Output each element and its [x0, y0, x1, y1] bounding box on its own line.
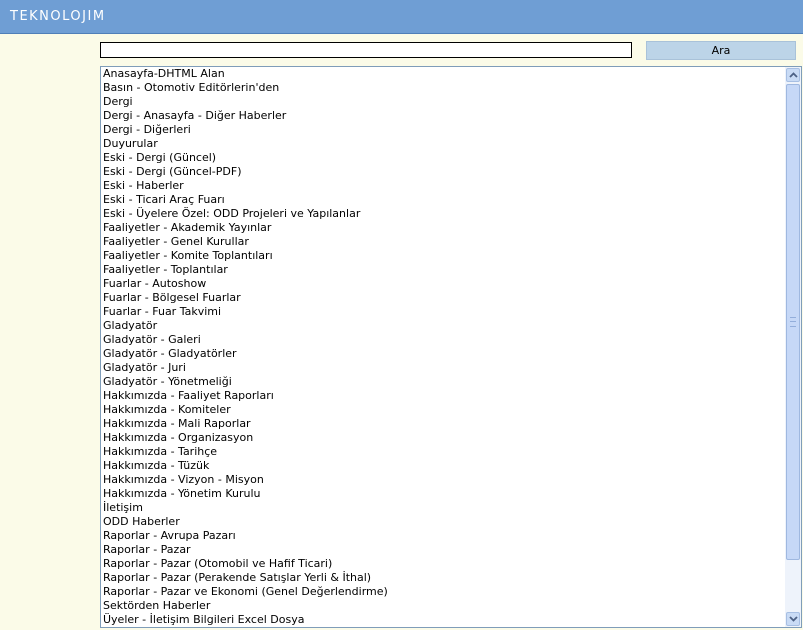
list-item[interactable]: Fuarlar - Autoshow	[101, 277, 784, 291]
list-item[interactable]: Faaliyetler - Toplantılar	[101, 263, 784, 277]
list-item[interactable]: Raporlar - Avrupa Pazarı	[101, 529, 784, 543]
search-input[interactable]	[100, 42, 632, 58]
logo: TEKNOLOJIM	[10, 9, 106, 24]
list-item[interactable]: Hakkımızda - Faaliyet Raporları	[101, 389, 784, 403]
list-item[interactable]: Hakkımızda - Tarihçe	[101, 445, 784, 459]
list-item[interactable]: Eski - Üyelere Özel: ODD Projeleri ve Ya…	[101, 207, 784, 221]
list-item[interactable]: Eski - Dergi (Güncel)	[101, 151, 784, 165]
list-item[interactable]: Raporlar - Pazar ve Ekonomi (Genel Değer…	[101, 585, 784, 599]
list-item[interactable]: Faaliyetler - Genel Kurullar	[101, 235, 784, 249]
scroll-thumb[interactable]	[786, 84, 800, 560]
list-item[interactable]: ODD Haberler	[101, 515, 784, 529]
list-item[interactable]: Dergi	[101, 95, 784, 109]
list-item[interactable]: Hakkımızda - Komiteler	[101, 403, 784, 417]
list-item[interactable]: İletişim	[101, 501, 784, 515]
list-item[interactable]: Gladyatör	[101, 319, 784, 333]
list-item[interactable]: Raporlar - Pazar (Otomobil ve Hafif Tica…	[101, 557, 784, 571]
list-item[interactable]: Dergi - Anasayfa - Diğer Haberler	[101, 109, 784, 123]
list-item[interactable]: Duyurular	[101, 137, 784, 151]
list-item[interactable]: Basın - Otomotiv Editörlerin'den	[101, 81, 784, 95]
arrow-down-icon	[789, 616, 798, 622]
list-item[interactable]: Hakkımızda - Yönetim Kurulu	[101, 487, 784, 501]
list-item[interactable]: Faaliyetler - Komite Toplantıları	[101, 249, 784, 263]
app-header: TEKNOLOJIM	[0, 0, 803, 34]
vertical-scrollbar[interactable]	[785, 67, 801, 627]
category-listbox[interactable]: Anasayfa-DHTML Alan Basın - Otomotiv Edit…	[100, 66, 802, 628]
category-list[interactable]: Anasayfa-DHTML Alan Basın - Otomotiv Edit…	[101, 67, 784, 627]
list-item[interactable]: Eski - Dergi (Güncel-PDF)	[101, 165, 784, 179]
list-item[interactable]: Dergi - Diğerleri	[101, 123, 784, 137]
list-item[interactable]: Hakkımızda - Tüzük	[101, 459, 784, 473]
list-item[interactable]: Hakkımızda - Mali Raporlar	[101, 417, 784, 431]
list-item[interactable]: Gladyatör - Galeri	[101, 333, 784, 347]
list-item[interactable]: Fuarlar - Fuar Takvimi	[101, 305, 784, 319]
grip-icon	[790, 317, 796, 327]
list-item[interactable]: Fuarlar - Bölgesel Fuarlar	[101, 291, 784, 305]
list-item[interactable]: Gladyatör - Juri	[101, 361, 784, 375]
list-item[interactable]: Raporlar - Pazar	[101, 543, 784, 557]
list-item[interactable]: Sektörden Haberler	[101, 599, 784, 613]
list-item[interactable]: Gladyatör - Yönetmeliği	[101, 375, 784, 389]
list-item[interactable]: Faaliyetler - Akademik Yayınlar	[101, 221, 784, 235]
search-button[interactable]: Ara	[646, 41, 796, 60]
scroll-down-button[interactable]	[786, 612, 800, 626]
list-item[interactable]: Üyeler - İletişim Bilgileri Excel Dosya	[101, 613, 784, 627]
list-item[interactable]: Hakkımızda - Vizyon - Misyon	[101, 473, 784, 487]
list-item[interactable]: Gladyatör - Gladyatörler	[101, 347, 784, 361]
list-item[interactable]: Raporlar - Pazar (Perakende Satışlar Yer…	[101, 571, 784, 585]
arrow-up-icon	[789, 72, 798, 78]
list-item[interactable]: Hakkımızda - Organizasyon	[101, 431, 784, 445]
list-item[interactable]: Anasayfa-DHTML Alan	[101, 67, 784, 81]
list-item[interactable]: Eski - Ticari Araç Fuarı	[101, 193, 784, 207]
list-item[interactable]: Eski - Haberler	[101, 179, 784, 193]
scroll-up-button[interactable]	[786, 68, 800, 82]
